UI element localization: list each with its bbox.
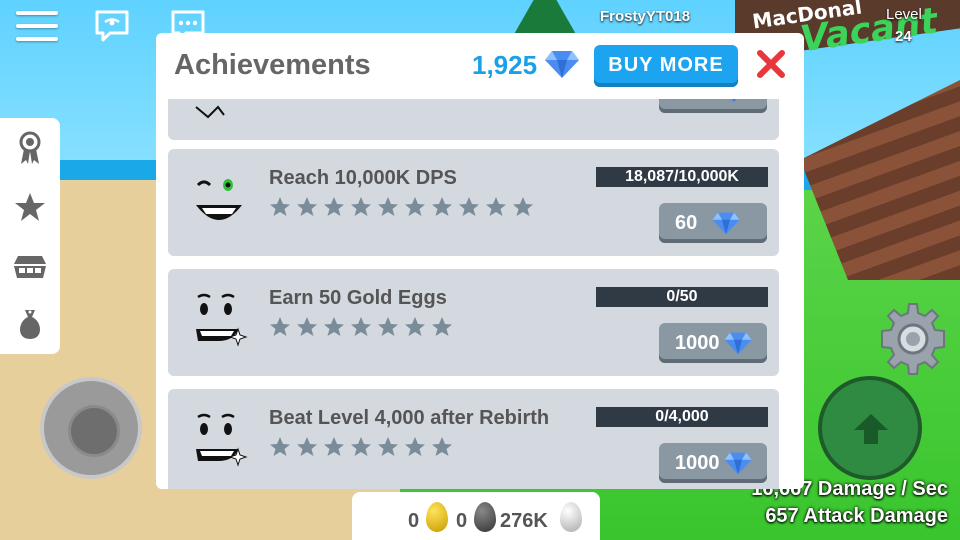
smirk-face-icon [196, 413, 248, 467]
star-icon [351, 437, 371, 456]
star-icon [378, 317, 398, 336]
face-icon [195, 105, 225, 119]
left-sidebar [0, 118, 60, 354]
achievement-card: Beat Level 4,000 after Rebirth 0/4,000 1… [168, 389, 779, 489]
gem-icon [731, 99, 737, 103]
joystick-knob[interactable] [68, 405, 120, 457]
star-icon [297, 437, 317, 456]
star-icon [459, 197, 479, 216]
gem-icon [724, 452, 752, 475]
attack-damage: 657 Attack Damage [765, 505, 948, 527]
star-icon [270, 197, 290, 216]
silver-egg-icon [560, 502, 582, 532]
achievement-title: Beat Level 4,000 after Rebirth [269, 407, 550, 429]
achievements-panel: Achievements 1,925 BUY MORE 200 [156, 33, 804, 489]
star-icon [324, 437, 344, 456]
panel-title: Achievements [174, 49, 371, 81]
achievement-card: Earn 50 Gold Eggs 0/50 1000 [168, 269, 779, 376]
star-icon [432, 197, 452, 216]
star-rating [268, 315, 454, 339]
dark-egg-icon [474, 502, 496, 532]
reward-button[interactable]: 1000 [659, 443, 767, 483]
achievement-title: Reach 10,000K DPS [269, 167, 457, 189]
movement-joystick[interactable] [40, 377, 142, 479]
level-value: 24 [895, 28, 912, 45]
silver-egg-count: 276K [500, 510, 548, 532]
reward-amount: 1000 [675, 452, 720, 474]
star-icon [405, 437, 425, 456]
smirk-face-icon [196, 293, 248, 347]
menu-hamburger-icon[interactable] [16, 11, 58, 43]
achievement-ribbon-icon[interactable] [12, 130, 48, 166]
star-icon [513, 197, 533, 216]
chat-bubble-icon[interactable] [94, 9, 130, 43]
star-icon[interactable] [12, 190, 48, 226]
star-icon [405, 317, 425, 336]
star-icon [405, 197, 425, 216]
achievement-card: Reach 10,000K DPS 18,087/10,000K 60 [168, 149, 779, 256]
dark-egg-count: 0 [456, 510, 468, 532]
star-rating [268, 195, 535, 219]
gem-icon [712, 212, 740, 235]
achievement-card: 200 [168, 99, 779, 140]
gem-total: 1,925 [472, 50, 538, 80]
reward-button[interactable]: 60 [659, 203, 767, 243]
wink-face-icon [196, 179, 242, 220]
player-name: FrostyYT018 [600, 8, 691, 25]
jump-button[interactable] [818, 376, 922, 480]
reward-button[interactable]: 1000 [659, 323, 767, 363]
achievement-progress: 18,087/10,000K [596, 167, 768, 187]
star-icon [324, 317, 344, 336]
achievement-title: Earn 50 Gold Eggs [269, 287, 447, 309]
reward-amount: 200 [675, 99, 708, 104]
star-icon [270, 317, 290, 336]
gold-egg-icon [426, 502, 448, 532]
gem-icon [724, 332, 752, 355]
buy-more-button[interactable]: BUY MORE [594, 45, 738, 87]
star-icon [297, 197, 317, 216]
star-icon [378, 437, 398, 456]
reward-amount: 1000 [675, 332, 720, 354]
close-icon[interactable] [754, 47, 788, 81]
money-bag-icon[interactable] [12, 306, 48, 342]
star-icon [432, 317, 452, 336]
achievement-list[interactable]: 200 Reach 10,000K DPS 18,087/10,000K 60 [156, 99, 804, 489]
star-icon [486, 197, 506, 216]
star-rating [268, 435, 454, 459]
achievement-progress: 0/4,000 [596, 407, 768, 427]
star-icon [351, 197, 371, 216]
star-icon [324, 197, 344, 216]
settings-gear-icon[interactable] [876, 302, 950, 376]
star-icon [351, 317, 371, 336]
up-arrow-icon [854, 414, 888, 444]
egg-counter-bar: 0 0 276K [352, 492, 600, 540]
star-icon [378, 197, 398, 216]
star-icon [432, 437, 452, 456]
reward-amount: 60 [675, 212, 698, 234]
star-icon [270, 437, 290, 456]
egg-carton-icon[interactable] [12, 248, 48, 284]
achievement-progress: 0/50 [596, 287, 768, 307]
reward-button[interactable]: 200 [659, 99, 767, 113]
gold-egg-count: 0 [408, 510, 420, 532]
star-icon [297, 317, 317, 336]
level-label: Level [886, 6, 922, 23]
gem-icon [545, 51, 579, 78]
